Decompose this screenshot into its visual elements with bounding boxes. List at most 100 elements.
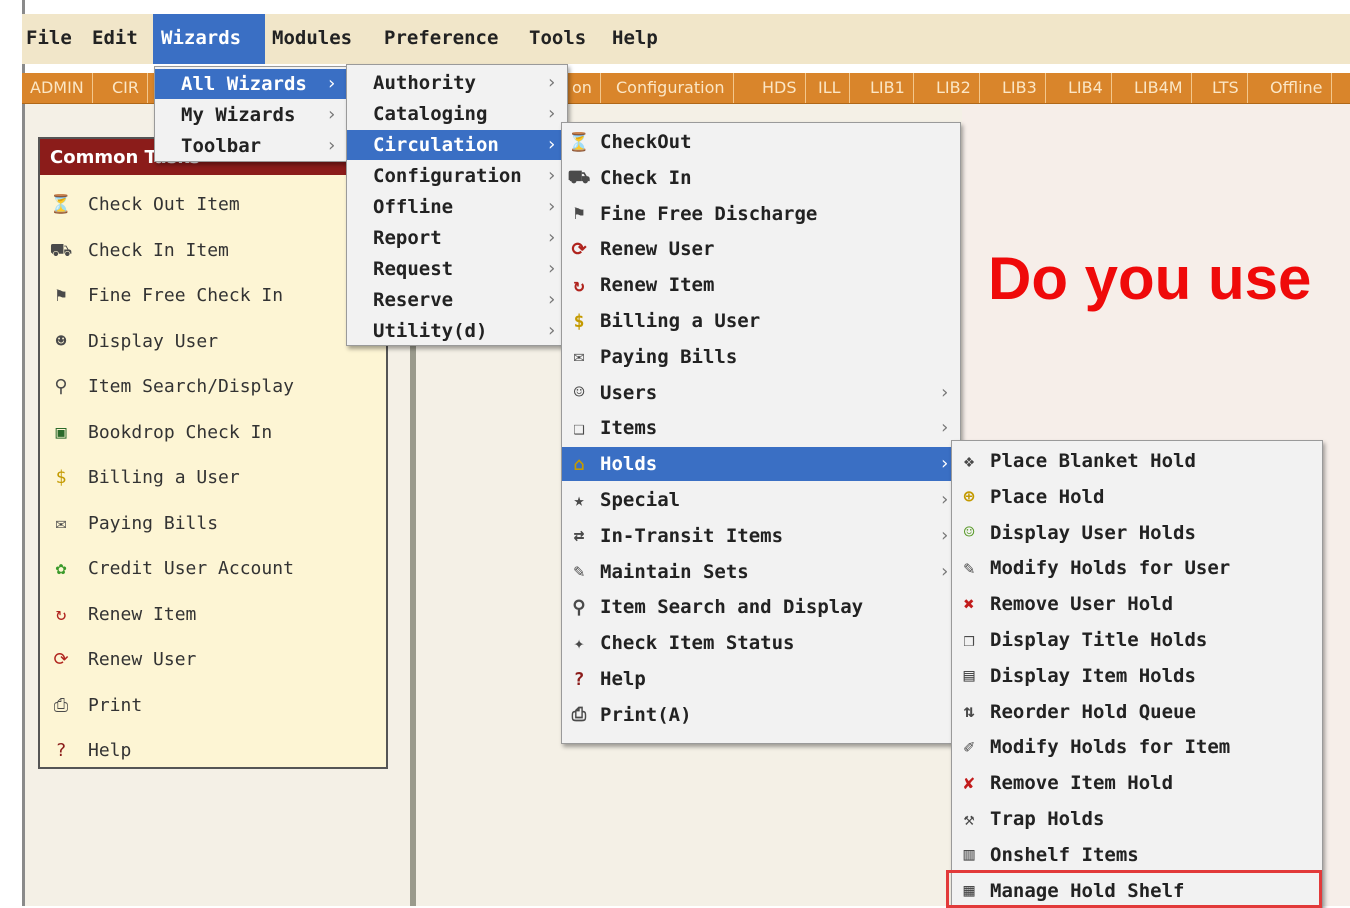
common-task-billing-a-user[interactable]: $ Billing a User [48,463,240,493]
menu-item-all-wizards[interactable]: All Wizards › [155,69,347,99]
circulation-item-renew-user[interactable]: ⟳ Renew User [562,232,960,266]
circulation-item-paying-bills[interactable]: ✉ Paying Bills [562,340,960,374]
circulation-item-check-item-status[interactable]: ✦ Check Item Status [562,626,960,660]
place-hold-icon: ⊕ [963,486,975,508]
holds-item-modify-holds-for-item[interactable]: ✐ Modify Holds for Item [952,730,1322,764]
common-task-bookdrop-check-in[interactable]: ▣ Bookdrop Check In [48,418,273,448]
holds-item-place-hold[interactable]: ⊕ Place Hold [952,480,1322,514]
remove-item-hold-icon: ✘ [963,772,975,794]
menu-item-label: Check In [600,166,692,189]
tab-lib2[interactable]: LIB2 [928,73,980,103]
menu-item-offline[interactable]: Offline › [347,192,567,222]
tab-lib1[interactable]: LIB1 [862,73,914,103]
common-task-fine-free-check-in[interactable]: ⚑ Fine Free Check In [48,281,284,311]
circulation-item-in-transit-items[interactable]: ⇄ In-Transit Items › [562,519,960,553]
holds-item-display-user-holds[interactable]: ☺ Display User Holds [952,516,1322,550]
menu-item-cataloging[interactable]: Cataloging › [347,99,567,129]
user-holds-icon: ☺ [963,522,975,544]
common-task-help[interactable]: ? Help [48,736,132,766]
menu-modules[interactable]: Modules [272,14,352,64]
chevron-right-icon: › [546,289,557,310]
circulation-item-maintain-sets[interactable]: ✎ Maintain Sets › [562,555,960,589]
circulation-item-check-in[interactable]: ⛟ Check In [562,161,960,195]
common-task-label: Help [88,740,132,761]
holds-item-remove-user-hold[interactable]: ✖ Remove User Hold [952,587,1322,621]
tab-lib4[interactable]: LIB4 [1060,73,1112,103]
holds-item-modify-holds-for-user[interactable]: ✎ Modify Holds for User [952,551,1322,585]
chevron-right-icon: › [326,135,337,156]
circulation-item-help[interactable]: ? Help [562,662,960,696]
menu-item-report[interactable]: Report › [347,223,567,253]
holds-item-trap-holds[interactable]: ⚒ Trap Holds [952,802,1322,836]
common-task-check-out-item[interactable]: ⏳ Check Out Item [48,190,240,220]
menu-item-configuration[interactable]: Configuration › [347,161,567,191]
menu-edit[interactable]: Edit [92,14,138,64]
menu-preference[interactable]: Preference [384,14,498,64]
tab-lib4m[interactable]: LIB4M [1126,73,1192,103]
tab-hds[interactable]: HDS [754,73,806,103]
circulation-item-checkout[interactable]: ⏳ CheckOut [562,125,960,159]
chevron-right-icon: › [326,73,337,94]
common-task-print[interactable]: ⎙ Print [48,691,142,721]
circulation-item-users[interactable]: ☺ Users › [562,376,960,410]
holds-item-place-blanket-hold[interactable]: ❖ Place Blanket Hold [952,444,1322,478]
tab-circulation[interactable]: CIR [104,73,149,103]
tab-lib3[interactable]: LIB3 [994,73,1046,103]
menu-item-utility-d[interactable]: Utility(d) › [347,316,567,346]
menu-item-label: Reserve [373,289,454,311]
menu-wizards[interactable]: Wizards [153,14,265,64]
holds-item-remove-item-hold[interactable]: ✘ Remove Item Hold [952,766,1322,800]
menu-item-toolbar[interactable]: Toolbar › [155,131,347,161]
all-wizards-menu: Authority › Cataloging › Circulation › Configu… [346,64,568,346]
menu-item-label: Utility(d) [373,320,488,342]
item-status-icon: ✦ [573,632,585,654]
common-task-credit-user-account[interactable]: ✿ Credit User Account [48,554,294,584]
circulation-item-items[interactable]: ❑ Items › [562,411,960,445]
menu-item-label: Check Item Status [600,632,795,655]
circulation-item-print-a[interactable]: ⎙ Print(A) [562,698,960,732]
menu-item-label: Place Hold [990,485,1105,508]
tab-ill[interactable]: ILL [810,73,850,103]
menu-item-label: Item Search and Display [600,596,864,619]
circulation-item-billing-a-user[interactable]: $ Billing a User [562,304,960,338]
holds-item-onshelf-items[interactable]: ▥ Onshelf Items [952,838,1322,872]
tab-partial[interactable]: on [564,73,601,103]
menu-item-authority[interactable]: Authority › [347,68,567,98]
holds-item-display-title-holds[interactable]: ❒ Display Title Holds [952,623,1322,657]
tab-lts[interactable]: LTS [1204,73,1248,103]
circulation-item-holds[interactable]: ⌂ Holds › [562,447,960,482]
menu-tools[interactable]: Tools [529,14,586,64]
bookdrop-icon: ▣ [55,421,67,443]
menu-file[interactable]: File [26,14,72,64]
menu-item-my-wizards[interactable]: My Wizards › [155,100,347,130]
circulation-item-fine-free-discharge[interactable]: ⚑ Fine Free Discharge [562,197,960,231]
holds-item-reorder-hold-queue[interactable]: ⇅ Reorder Hold Queue [952,695,1322,729]
common-task-renew-item[interactable]: ↻ Renew Item [48,600,197,630]
common-task-label: Credit User Account [88,558,294,579]
holds-item-display-item-holds[interactable]: ▤ Display Item Holds [952,659,1322,693]
menu-help[interactable]: Help [612,14,658,64]
menu-item-request[interactable]: Request › [347,254,567,284]
menu-item-label: Display Title Holds [990,629,1208,651]
common-task-display-user[interactable]: ☻ Display User [48,327,218,357]
menu-item-reserve[interactable]: Reserve › [347,285,567,315]
chevron-right-icon: › [546,227,557,248]
tab-admin[interactable]: ADMIN [22,73,93,103]
menu-item-label: Request [373,258,454,280]
common-task-check-in-item[interactable]: ⛟ Check In Item [48,236,229,266]
common-task-paying-bills[interactable]: ✉ Paying Bills [48,509,218,539]
common-task-item-search-display[interactable]: ⚲ Item Search/Display [48,372,294,402]
blanket-hold-icon: ❖ [963,450,975,472]
menu-item-label: Report [373,227,442,249]
common-task-label: Renew User [88,649,197,670]
menu-item-circulation[interactable]: Circulation › [347,130,567,160]
circulation-item-special[interactable]: ★ Special › [562,483,960,517]
tab-configuration[interactable]: Configuration [608,73,734,103]
circulation-item-renew-item[interactable]: ↻ Renew Item [562,268,960,302]
highlight-box-manage-hold-shelf [946,870,1322,908]
circulation-item-item-search-and-display[interactable]: ⚲ Item Search and Display [562,590,960,624]
common-task-renew-user[interactable]: ⟳ Renew User [48,645,196,675]
menu-item-label: Paying Bills [600,345,738,368]
tab-offline[interactable]: Offline [1262,73,1332,103]
menu-item-label: Cataloging [373,103,488,125]
